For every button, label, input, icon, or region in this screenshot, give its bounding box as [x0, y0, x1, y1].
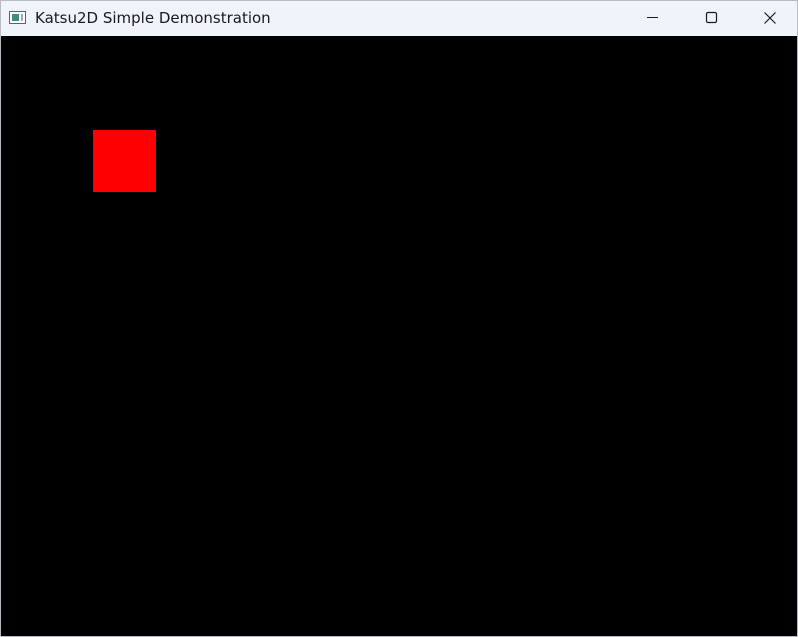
maximize-button[interactable]: [682, 1, 740, 36]
app-icon: [9, 11, 26, 24]
maximize-icon: [705, 11, 718, 24]
close-icon: [764, 12, 776, 24]
minimize-icon: [647, 17, 658, 18]
game-canvas[interactable]: [1, 36, 797, 636]
minimize-button[interactable]: [623, 1, 681, 36]
close-button[interactable]: [741, 1, 797, 36]
app-window: Katsu2D Simple Demonstration: [0, 0, 798, 637]
red-square-sprite: [93, 130, 156, 192]
window-title: Katsu2D Simple Demonstration: [35, 9, 271, 27]
title-bar[interactable]: Katsu2D Simple Demonstration: [1, 1, 797, 36]
